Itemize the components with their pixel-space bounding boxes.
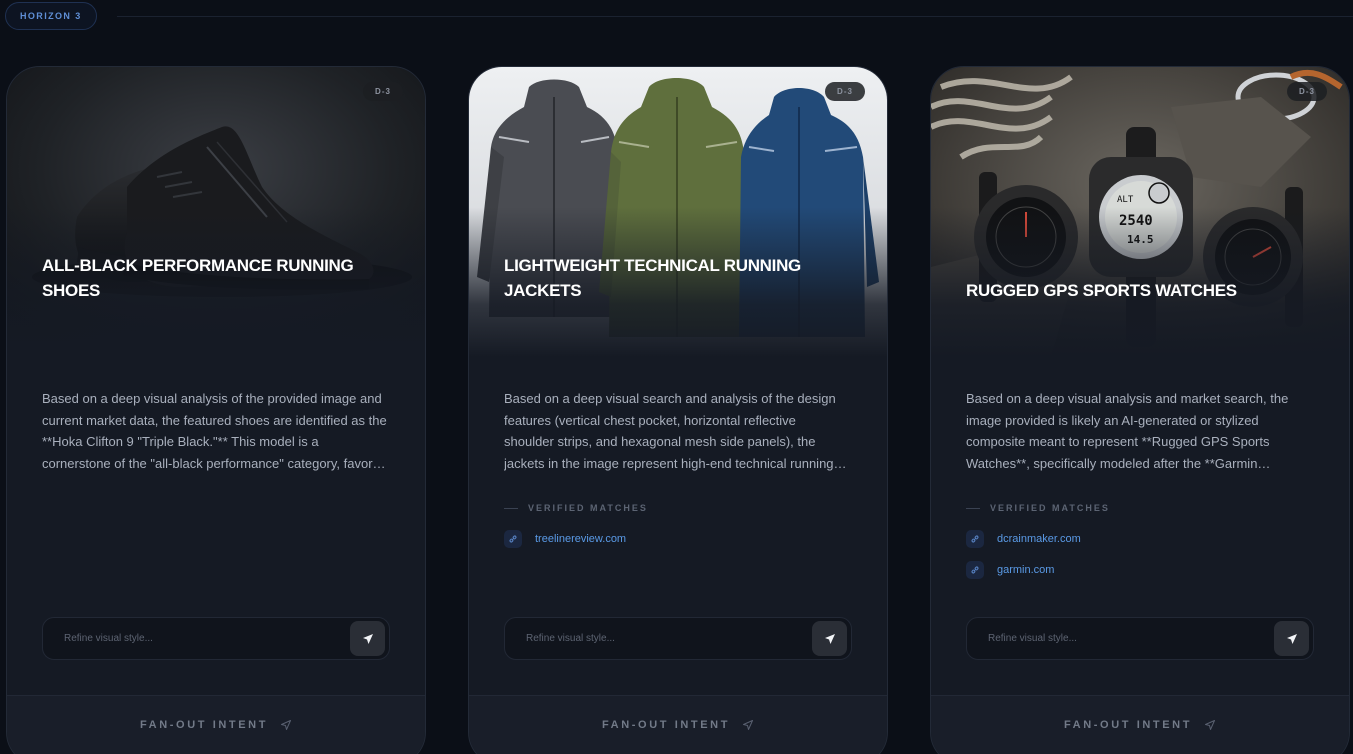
send-icon [824,633,835,644]
match-link[interactable]: treelinereview.com [504,530,852,548]
send-button[interactable] [350,621,385,656]
d-badge: D-3 [1287,82,1327,101]
match-link-text[interactable]: treelinereview.com [535,533,626,545]
d-badge: D-3 [363,82,403,101]
send-button[interactable] [812,621,847,656]
card-footer[interactable]: FAN-OUT INTENT [931,695,1349,754]
svg-text:ALT: ALT [1117,195,1134,205]
d-badge: D-3 [825,82,865,101]
card-title: LIGHTWEIGHT TECHNICAL RUNNING JACKETS [504,256,801,300]
product-card-watches[interactable]: ALT 2540 14.5 D-3 RUGGED GPS SPORTS WATC… [930,66,1350,754]
link-icon [966,561,984,579]
match-link-text[interactable]: garmin.com [997,564,1054,576]
send-icon [1286,633,1297,644]
send-icon [362,633,373,644]
paper-plane-icon [280,719,292,731]
fanout-label: FAN-OUT INTENT [601,719,731,731]
paper-plane-icon [1204,719,1216,731]
fanout-label: FAN-OUT INTENT [139,719,269,731]
horizon-header: HORIZON 3 [5,2,1353,30]
card-title: ALL-BLACK PERFORMANCE RUNNING SHOES [42,256,354,300]
card-footer[interactable]: FAN-OUT INTENT [7,695,425,754]
refine-input[interactable] [967,633,1274,644]
refine-box [966,617,1314,660]
refine-input[interactable] [43,633,350,644]
card-image [7,67,425,357]
link-icon [966,530,984,548]
matches-label: VERIFIED MATCHES [990,503,1110,513]
refine-box [504,617,852,660]
send-button[interactable] [1274,621,1309,656]
product-card-shoes[interactable]: D-3 ALL-BLACK PERFORMANCE RUNNING SHOES … [6,66,426,754]
match-link-text[interactable]: dcrainmaker.com [997,533,1081,545]
link-icon [504,530,522,548]
verified-matches: VERIFIED MATCHES treelinereview.com [504,500,852,548]
match-link[interactable]: dcrainmaker.com [966,530,1314,548]
card-description: Based on a deep visual search and analys… [504,391,836,471]
matches-label: VERIFIED MATCHES [528,503,648,513]
match-link[interactable]: garmin.com [966,561,1314,579]
paper-plane-icon [742,719,754,731]
card-description: Based on a deep visual analysis and mark… [966,391,1289,471]
card-description: Based on a deep visual analysis of the p… [42,391,387,471]
card-footer[interactable]: FAN-OUT INTENT [469,695,887,754]
card-title: RUGGED GPS SPORTS WATCHES [966,281,1237,300]
fanout-label: FAN-OUT INTENT [1063,719,1193,731]
refine-box [42,617,390,660]
horizon-divider [116,15,1353,17]
verified-matches: VERIFIED MATCHES dcrainmaker.com garmin.… [966,500,1314,579]
card-image [469,67,887,357]
horizon-badge[interactable]: HORIZON 3 [5,2,97,30]
card-image: ALT 2540 14.5 [931,67,1349,357]
product-card-jackets[interactable]: D-3 LIGHTWEIGHT TECHNICAL RUNNING JACKET… [468,66,888,754]
refine-input[interactable] [505,633,812,644]
